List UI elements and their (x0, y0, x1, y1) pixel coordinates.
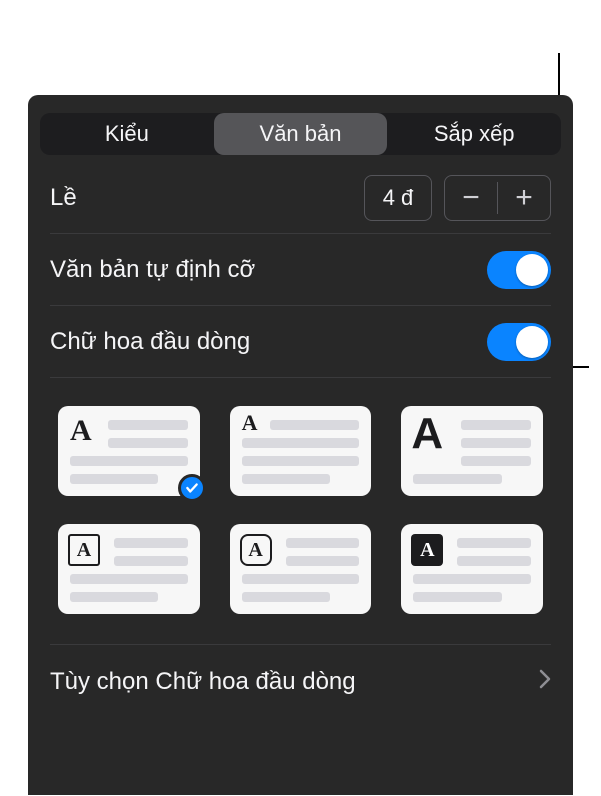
dropcap-preview-letter: A (70, 416, 92, 446)
format-tabs: Kiểu Văn bản Sắp xếp (40, 113, 561, 155)
content-area: Lề 4 đ − + Văn bản tự định cỡ Chữ hoa đầ… (28, 155, 573, 719)
dropcap-style-5[interactable]: A (230, 524, 372, 614)
dropcap-style-2[interactable]: A (230, 406, 372, 496)
dropcap-preview-box: A (240, 534, 272, 566)
plus-icon: + (515, 181, 533, 215)
dropcap-style-1[interactable]: A (58, 406, 200, 496)
dropcap-toggle[interactable] (487, 323, 551, 361)
dropcap-preview-letter: A (411, 412, 443, 456)
dropcap-style-6[interactable]: A (401, 524, 543, 614)
tab-style[interactable]: Kiểu (40, 113, 214, 155)
margin-decrease-button[interactable]: − (445, 176, 497, 220)
autofit-label: Văn bản tự định cỡ (50, 256, 487, 284)
format-panel: Kiểu Văn bản Sắp xếp Lề 4 đ − + Văn bản … (28, 95, 573, 795)
minus-icon: − (462, 181, 480, 215)
dropcap-preview-letter: A (420, 539, 434, 562)
dropcap-style-grid: A A (50, 378, 551, 645)
margin-stepper: − + (444, 175, 551, 221)
toggle-knob (516, 254, 548, 286)
autofit-toggle[interactable] (487, 251, 551, 289)
dropcap-preview-letter: A (242, 412, 258, 434)
dropcap-preview-letter: A (248, 540, 262, 560)
dropcap-preview-letter: A (77, 540, 91, 560)
dropcap-preview-box: A (68, 534, 100, 566)
dropcap-options-label: Tùy chọn Chữ hoa đầu dòng (50, 668, 539, 696)
dropcap-preview-box: A (411, 534, 443, 566)
tab-arrange[interactable]: Sắp xếp (387, 113, 561, 155)
margin-increase-button[interactable]: + (498, 176, 550, 220)
dropcap-label: Chữ hoa đầu dòng (50, 328, 487, 356)
dropcap-options-row[interactable]: Tùy chọn Chữ hoa đầu dòng (50, 645, 551, 719)
autofit-row: Văn bản tự định cỡ (50, 234, 551, 306)
dropcap-style-4[interactable]: A (58, 524, 200, 614)
toggle-knob (516, 326, 548, 358)
margin-row: Lề 4 đ − + (50, 155, 551, 234)
dropcap-style-3[interactable]: A (401, 406, 543, 496)
selected-check-icon (178, 474, 206, 502)
margin-value[interactable]: 4 đ (364, 175, 432, 221)
margin-label: Lề (50, 184, 364, 212)
chevron-right-icon (539, 668, 551, 696)
tab-text[interactable]: Văn bản (214, 113, 388, 155)
dropcap-row: Chữ hoa đầu dòng (50, 306, 551, 378)
